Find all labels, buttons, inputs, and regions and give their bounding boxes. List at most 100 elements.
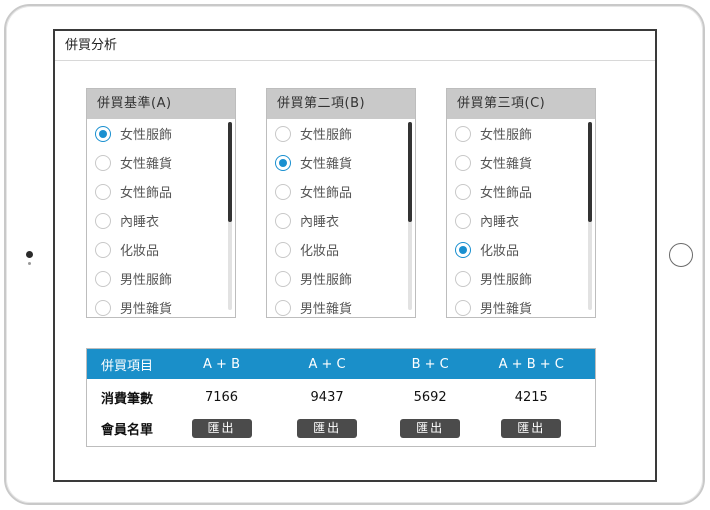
export-button-abc[interactable]: 匯出 — [501, 419, 562, 438]
radio-option[interactable]: 女性飾品 — [87, 177, 235, 206]
header-cell: A + B + C — [498, 356, 564, 372]
option-label: 內睡衣 — [120, 215, 160, 230]
radio-option[interactable]: 化妝品 — [447, 235, 595, 264]
radio-option[interactable]: 男性雜貨 — [267, 293, 415, 317]
option-label: 女性雜貨 — [300, 157, 353, 172]
window-title: 併買分析 — [55, 31, 655, 61]
radio-unchecked-icon[interactable] — [95, 154, 111, 171]
scroll-thumb[interactable] — [228, 122, 232, 222]
scrollbar[interactable] — [228, 122, 232, 310]
option-list[interactable]: 女性服飾女性雜貨女性飾品內睡衣化妝品男性服飾男性雜貨 — [447, 119, 595, 317]
option-label: 女性飾品 — [480, 186, 533, 201]
radio-option[interactable]: 女性服飾 — [267, 119, 415, 148]
panel-title: 併買第三項(C) — [447, 89, 595, 119]
option-label: 內睡衣 — [300, 215, 340, 230]
sensor-dot — [28, 262, 31, 265]
table-row-members: 會員名單 匯出 匯出 匯出 匯出 — [87, 413, 595, 444]
camera-icon — [26, 251, 33, 258]
header-cell: A + B — [203, 356, 240, 372]
radio-option[interactable]: 男性雜貨 — [87, 293, 235, 317]
scroll-thumb[interactable] — [588, 122, 592, 222]
export-button-ac[interactable]: 匯出 — [297, 419, 358, 438]
radio-unchecked-icon[interactable] — [275, 183, 291, 200]
export-button-ab[interactable]: 匯出 — [191, 419, 252, 438]
radio-unchecked-icon[interactable] — [275, 299, 291, 316]
radio-unchecked-icon[interactable] — [275, 241, 291, 258]
radio-option[interactable]: 內睡衣 — [87, 206, 235, 235]
option-label: 女性服飾 — [120, 128, 173, 143]
count-value: 4215 — [514, 390, 548, 405]
scroll-thumb[interactable] — [408, 122, 412, 222]
option-list[interactable]: 女性服飾女性雜貨女性飾品內睡衣化妝品男性服飾男性雜貨 — [267, 119, 415, 317]
option-label: 女性雜貨 — [480, 157, 533, 172]
radio-option[interactable]: 女性飾品 — [447, 177, 595, 206]
radio-option[interactable]: 女性雜貨 — [87, 148, 235, 177]
radio-unchecked-icon[interactable] — [95, 270, 111, 287]
header-cell: A + C — [308, 356, 346, 372]
radio-option[interactable]: 女性服飾 — [447, 119, 595, 148]
count-value: 9437 — [310, 390, 344, 405]
radio-unchecked-icon[interactable] — [275, 125, 291, 142]
count-value: 7166 — [204, 390, 239, 405]
radio-option[interactable]: 化妝品 — [267, 235, 415, 264]
panel-third-c: 併買第三項(C) 女性服飾女性雜貨女性飾品內睡衣化妝品男性服飾男性雜貨 — [446, 88, 596, 318]
radio-unchecked-icon[interactable] — [95, 212, 111, 229]
radio-checked-icon[interactable] — [275, 154, 291, 171]
radio-option[interactable]: 女性服飾 — [87, 119, 235, 148]
count-value: 5692 — [413, 390, 447, 405]
option-label: 女性飾品 — [120, 186, 173, 201]
option-label: 化妝品 — [120, 244, 160, 259]
panel-title: 併買基準(A) — [87, 89, 235, 119]
radio-option[interactable]: 男性雜貨 — [447, 293, 595, 317]
option-label: 男性服飾 — [300, 273, 353, 288]
header-cell: B + C — [411, 356, 449, 372]
option-label: 男性雜貨 — [120, 302, 173, 317]
radio-option[interactable]: 男性服飾 — [447, 264, 595, 293]
panel-title: 併買第二項(B) — [267, 89, 415, 119]
radio-option[interactable]: 女性雜貨 — [447, 148, 595, 177]
table-row-count: 消費筆數 7166 9437 5692 4215 — [87, 382, 595, 413]
radio-option[interactable]: 女性飾品 — [267, 177, 415, 206]
option-label: 女性服飾 — [480, 128, 533, 143]
export-button-bc[interactable]: 匯出 — [400, 419, 461, 438]
option-label: 男性服飾 — [480, 273, 533, 288]
radio-checked-icon[interactable] — [95, 125, 111, 142]
scrollbar[interactable] — [588, 122, 592, 310]
option-label: 內睡衣 — [480, 215, 520, 230]
radio-unchecked-icon[interactable] — [455, 270, 471, 287]
header-cell: 併買項目 — [101, 358, 154, 374]
radio-unchecked-icon[interactable] — [95, 299, 111, 316]
radio-option[interactable]: 男性服飾 — [87, 264, 235, 293]
radio-option[interactable]: 內睡衣 — [267, 206, 415, 235]
radio-option[interactable]: 男性服飾 — [267, 264, 415, 293]
scrollbar[interactable] — [408, 122, 412, 310]
radio-option[interactable]: 化妝品 — [87, 235, 235, 264]
radio-unchecked-icon[interactable] — [455, 154, 471, 171]
radio-checked-icon[interactable] — [455, 241, 471, 258]
option-label: 男性服飾 — [120, 273, 173, 288]
result-header-row: 併買項目 A + B A + C B + C A + B + C — [87, 349, 595, 379]
option-label: 女性飾品 — [300, 186, 353, 201]
app-window: 併買分析 併買基準(A) 女性服飾 女性雜貨 女性飾品 內睡衣 化妝品 男性服飾 男性雜貨 … — [53, 29, 657, 482]
option-label: 女性雜貨 — [120, 157, 173, 172]
radio-option[interactable]: 內睡衣 — [447, 206, 595, 235]
radio-unchecked-icon[interactable] — [455, 299, 471, 316]
panel-base-a: 併買基準(A) 女性服飾女性雜貨女性飾品內睡衣化妝品男性服飾男性雜貨 — [86, 88, 236, 318]
radio-unchecked-icon[interactable] — [455, 125, 471, 142]
radio-unchecked-icon[interactable] — [95, 241, 111, 258]
panel-second-b: 併買第二項(B) 女性服飾女性雜貨女性飾品內睡衣化妝品男性服飾男性雜貨 — [266, 88, 416, 318]
row-label: 會員名單 — [101, 423, 154, 438]
result-table: 併買項目 A + B A + C B + C A + B + C 消費筆數 71… — [86, 348, 596, 447]
option-list[interactable]: 女性服飾女性雜貨女性飾品內睡衣化妝品男性服飾男性雜貨 — [87, 119, 235, 317]
radio-unchecked-icon[interactable] — [455, 212, 471, 229]
radio-option[interactable]: 女性雜貨 — [267, 148, 415, 177]
home-button[interactable] — [669, 243, 693, 267]
option-label: 化妝品 — [480, 244, 520, 259]
option-label: 男性雜貨 — [300, 302, 353, 317]
radio-unchecked-icon[interactable] — [275, 270, 291, 287]
radio-unchecked-icon[interactable] — [95, 183, 111, 200]
row-label: 消費筆數 — [101, 392, 154, 407]
option-label: 化妝品 — [300, 244, 340, 259]
radio-unchecked-icon[interactable] — [455, 183, 471, 200]
radio-unchecked-icon[interactable] — [275, 212, 291, 229]
